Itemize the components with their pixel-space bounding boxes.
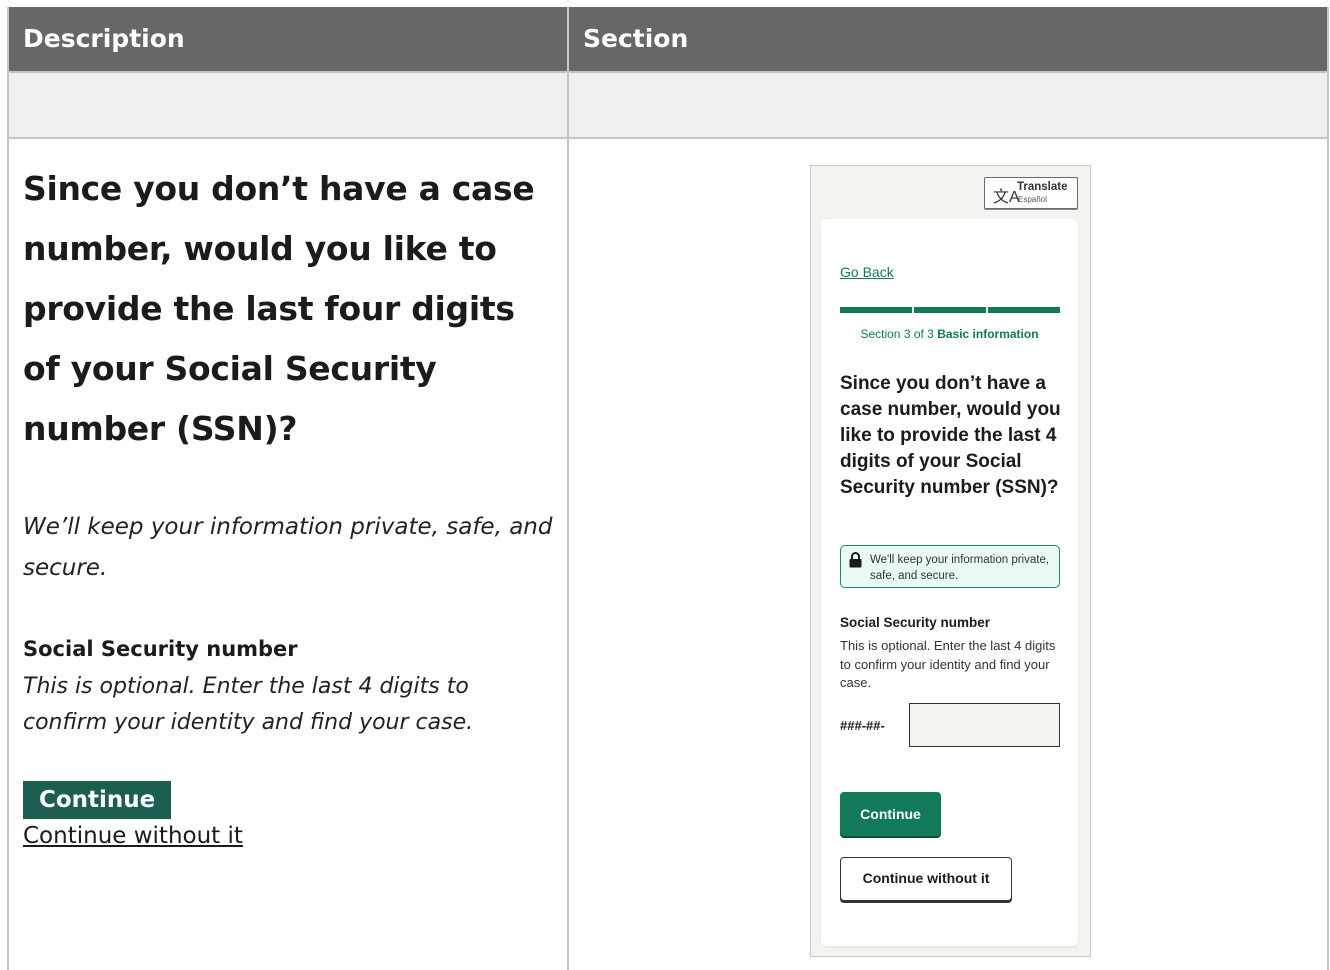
description-table: Description Section Since you don’t have… xyxy=(7,7,1329,970)
header-section: Section xyxy=(583,24,689,53)
translate-icon: 文A xyxy=(993,189,1020,206)
page-title: Since you don’t have a case number, woul… xyxy=(840,373,1061,498)
empty-cell xyxy=(9,73,569,137)
section-prefix: Section 3 of 3 xyxy=(860,327,934,341)
progress-bar xyxy=(840,307,1060,313)
translate-label: Translate xyxy=(1017,181,1068,193)
ssn-prefix: ###-##- xyxy=(840,718,885,733)
progress-segment-1 xyxy=(840,307,912,313)
header-description: Description xyxy=(9,7,569,71)
progress-segment-3 xyxy=(988,307,1060,313)
go-back-link[interactable]: Go Back xyxy=(840,264,894,280)
ssn-hint: This is optional. Enter the last 4 digit… xyxy=(840,638,1056,690)
table-header: Description Section xyxy=(9,7,1327,73)
lock-icon xyxy=(849,552,862,568)
ssn-label: Social Security number xyxy=(840,615,991,630)
translate-button[interactable]: 文A Translate Español xyxy=(984,177,1078,209)
section-name: Basic information xyxy=(937,327,1039,341)
description-field-hint: This is optional. Enter the last 4 digit… xyxy=(23,674,474,735)
description-continue-without-link[interactable]: Continue without it xyxy=(23,823,553,849)
progress-segment-2 xyxy=(914,307,986,313)
ssn-last4-input[interactable] xyxy=(909,703,1060,747)
phone-mockup: 文A Translate Español Go Back Section 3 o… xyxy=(810,165,1091,957)
section-indicator: Section 3 of 3 Basic information xyxy=(821,327,1078,341)
description-title: Since you don’t have a case number, woul… xyxy=(23,169,535,448)
description-field-label: Social Security number xyxy=(23,637,298,661)
form-card: Go Back Section 3 of 3 Basic information… xyxy=(821,219,1078,946)
continue-without-button[interactable]: Continue without it xyxy=(840,857,1012,901)
translate-sublabel: Español xyxy=(1018,195,1047,204)
description-cell: Since you don’t have a case number, woul… xyxy=(9,139,569,970)
description-continue-button[interactable]: Continue xyxy=(23,781,172,819)
continue-button[interactable]: Continue xyxy=(840,792,941,836)
description-privacy-note: We’ll keep your information private, saf… xyxy=(23,514,553,581)
table-row: Since you don’t have a case number, woul… xyxy=(9,139,1327,970)
table-row-empty xyxy=(9,73,1327,139)
section-cell: 文A Translate Español Go Back Section 3 o… xyxy=(569,139,1327,970)
privacy-text: We'll keep your information private, saf… xyxy=(870,554,1050,582)
privacy-alert: We'll keep your information private, saf… xyxy=(840,545,1060,588)
